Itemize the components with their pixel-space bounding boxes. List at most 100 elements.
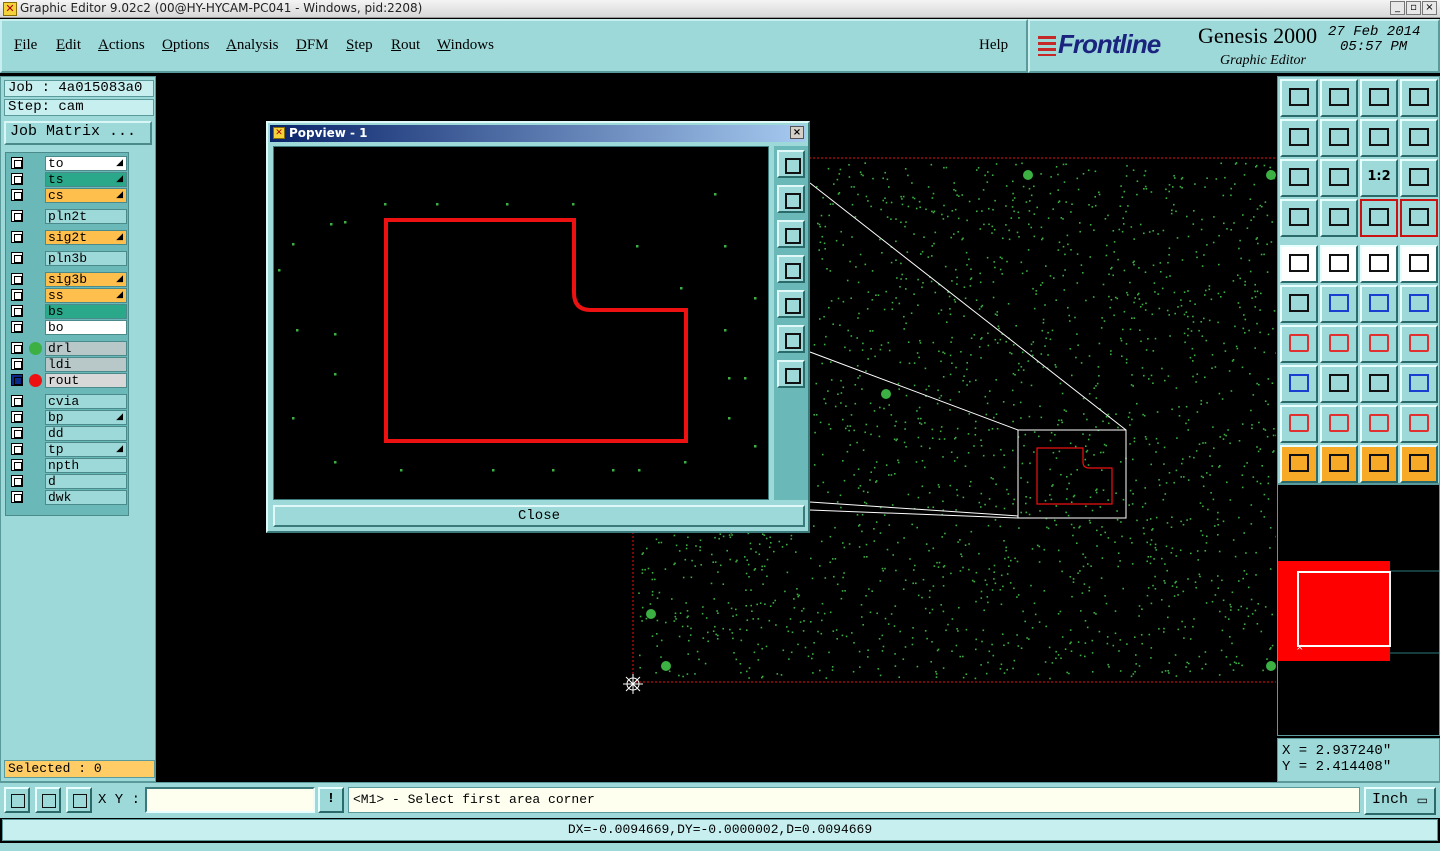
menu-analysis[interactable]: Analysis [226,37,279,54]
layer-row-pln3b[interactable]: pln3b [9,251,127,266]
maximize-button[interactable]: ▫ [1406,1,1421,15]
layer-checkbox[interactable] [11,475,23,487]
layer-checkbox[interactable] [11,231,23,243]
rotate-icon[interactable] [1360,119,1398,157]
layer-row-drl[interactable]: drl [9,341,127,356]
menu-step[interactable]: Step [346,37,373,54]
layer-checkbox[interactable] [11,305,23,317]
layer-row-pln2t[interactable]: pln2t [9,209,127,224]
copy-icon[interactable] [1360,285,1398,323]
layer-name[interactable]: npth [45,458,127,473]
popview-titlebar[interactable]: ✕ Popview - 1 [270,125,806,142]
layer-row-bs[interactable]: bs [9,304,127,319]
traffic-light-2-icon[interactable] [1400,199,1438,237]
pan-right-icon[interactable] [777,290,805,318]
scale-1-2-icon[interactable]: 1:2 [1360,159,1398,197]
layer-name[interactable]: dd [45,426,127,441]
layer-row-dwk[interactable]: dwk [9,490,127,505]
layer-row-sig2t[interactable]: sig2t ◢ [9,230,127,245]
layer-checkbox[interactable] [11,358,23,370]
arch-icon[interactable] [1360,405,1398,443]
popview-close-button[interactable]: Close [273,505,805,527]
menu-file[interactable]: File [14,37,37,54]
grid-snap-icon[interactable] [66,787,92,813]
menu-windows[interactable]: Windows [437,37,494,54]
layer-row-cvia[interactable]: cvia [9,394,127,409]
layer-checkbox[interactable] [11,411,23,423]
close-window-button[interactable]: × [1422,1,1437,15]
menu-dfm[interactable]: DFM [296,37,329,54]
exclamation-button[interactable]: ! [318,787,344,813]
resize-icon[interactable] [1400,285,1438,323]
layer-name[interactable]: dwk [45,490,127,505]
arc-icon[interactable] [1360,325,1398,363]
layer-name[interactable]: bs [45,304,127,319]
zoom-window-icon[interactable] [777,150,805,178]
layer-name[interactable]: tp ◢ [45,442,127,457]
layer-checkbox[interactable] [11,395,23,407]
layer-row-ss[interactable]: ss ◢ [9,288,127,303]
layer-name[interactable]: bo [45,320,127,335]
select-path-icon[interactable] [1400,445,1438,483]
layer-checkbox[interactable] [11,374,23,386]
layer-row-dd[interactable]: dd [9,426,127,441]
layer-checkbox[interactable] [11,321,23,333]
layer-checkbox[interactable] [11,210,23,222]
triangle-2-icon[interactable] [1320,405,1358,443]
layer-name[interactable]: ts ◢ [45,172,127,187]
rout-contour[interactable] [384,218,688,443]
pan-right-icon[interactable] [1320,119,1358,157]
center-icon[interactable] [1320,159,1358,197]
layer-row-to[interactable]: to ◢ [9,156,127,171]
layer-name[interactable]: drl [45,341,127,356]
layer-row-ldi[interactable]: ldi [9,357,127,372]
layer-checkbox[interactable] [11,491,23,503]
angle-icon[interactable] [1280,325,1318,363]
snap-icon[interactable] [1400,119,1438,157]
measure-mode-icon[interactable] [35,787,61,813]
layer-row-sig3b[interactable]: sig3b ◢ [9,272,127,287]
help-icon[interactable] [1400,159,1438,197]
polygon-icon[interactable] [1400,365,1438,403]
circle-icon[interactable] [1400,245,1438,283]
layer-row-tp[interactable]: tp ◢ [9,442,127,457]
layer-checkbox[interactable] [11,427,23,439]
zoom-mode-icon[interactable] [4,787,30,813]
layer-row-cs[interactable]: cs ◢ [9,188,127,203]
menu-rout[interactable]: Rout [391,37,420,54]
minimize-button[interactable]: _ [1390,1,1405,15]
line-edit-icon[interactable] [1320,365,1358,403]
zoom-in-icon[interactable] [1280,79,1318,117]
popview-canvas[interactable] [273,146,769,500]
move-icon[interactable] [1320,285,1358,323]
ruler-icon[interactable] [1360,245,1398,283]
layer-name[interactable]: rout [45,373,127,388]
layer-name[interactable]: cs ◢ [45,188,127,203]
unit-selector[interactable]: Inch ▭ [1364,787,1436,815]
minimap-view[interactable]: × [1278,485,1439,735]
layer-checkbox[interactable] [11,189,23,201]
layer-row-ts[interactable]: ts ◢ [9,172,127,187]
layer-name[interactable]: sig2t ◢ [45,230,127,245]
measure-box-icon[interactable] [1360,365,1398,403]
popview-zoom-view[interactable] [274,147,768,499]
split-view-icon[interactable] [1400,79,1438,117]
flip-icon[interactable] [1400,325,1438,363]
triangle-icon[interactable] [1280,405,1318,443]
arch-2-icon[interactable] [1400,405,1438,443]
minimap[interactable]: × [1277,484,1440,736]
home-icon[interactable] [1360,79,1398,117]
layer-row-rout[interactable]: rout [9,373,127,388]
fit-icon[interactable] [777,325,805,353]
add-pad-icon[interactable] [1280,245,1318,283]
layer-name[interactable]: sig3b ◢ [45,272,127,287]
zoom-in-icon[interactable] [777,185,805,213]
layer-checkbox[interactable] [11,252,23,264]
layer-name[interactable]: pln3b [45,251,127,266]
popview-close-icon[interactable]: × [790,126,804,139]
zoom-out-icon[interactable] [1320,79,1358,117]
layer-checkbox[interactable] [11,273,23,285]
zoom-out-icon[interactable] [777,220,805,248]
layer-checkbox[interactable] [11,173,23,185]
connect-icon[interactable] [1280,285,1318,323]
